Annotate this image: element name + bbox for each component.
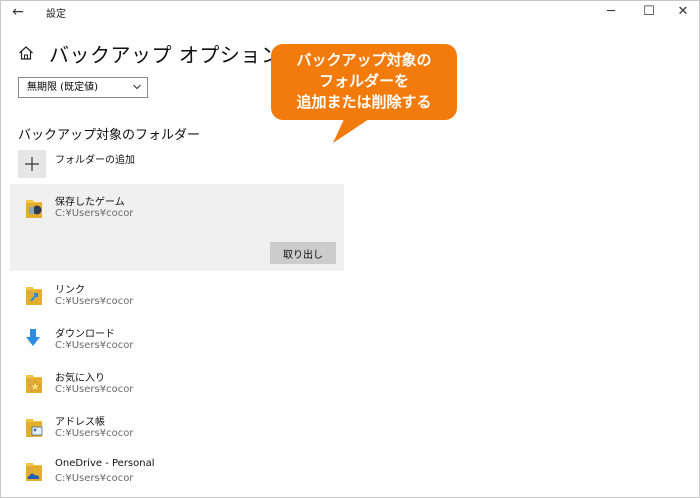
minimize-icon[interactable]: ─	[602, 3, 620, 21]
maximize-icon[interactable]: ☐	[640, 3, 658, 21]
onedrive-folder-icon	[26, 463, 42, 481]
folder-name: リンク	[55, 285, 85, 296]
home-icon[interactable]	[18, 46, 34, 60]
folder-name: 保存したゲーム	[55, 197, 125, 208]
folders-section-title: バックアップ対象のフォルダー	[18, 128, 201, 143]
folder-path: C:¥Users¥cocor	[55, 384, 134, 395]
add-folder-button[interactable]	[18, 150, 46, 178]
downloads-folder-icon	[26, 329, 40, 346]
add-folder-label[interactable]: フォルダーの追加	[55, 151, 135, 166]
remove-folder-button[interactable]: 取り出し	[270, 242, 336, 264]
folder-path: C:¥Users¥cocor	[55, 473, 134, 484]
folder-path: C:¥Users¥cocor	[55, 340, 134, 351]
folder-path: C:¥Users¥cocor	[55, 208, 134, 219]
chevron-down-icon	[133, 84, 141, 90]
folder-name: ダウンロード	[55, 329, 115, 340]
saved-games-folder-icon	[26, 200, 42, 218]
links-folder-icon	[26, 287, 42, 305]
callout-line: フォルダーを	[318, 72, 409, 90]
close-icon[interactable]: ✕	[674, 3, 692, 21]
folder-name: お気に入り	[55, 373, 105, 384]
folder-path: C:¥Users¥cocor	[55, 428, 134, 439]
plus-icon	[25, 157, 39, 171]
annotation-callout: バックアップ対象の フォルダーを 追加または削除する	[271, 44, 457, 120]
contacts-folder-icon	[26, 419, 43, 437]
callout-line: 追加または削除する	[296, 93, 432, 111]
folder-name: OneDrive - Personal	[55, 458, 155, 469]
window-title: 設定	[46, 9, 66, 20]
page-title: バックアップ オプション	[49, 43, 282, 67]
title-bar: ← 設定 ─ ☐ ✕	[0, 0, 700, 24]
callout-line: バックアップ対象の	[296, 51, 432, 69]
folder-name: アドレス帳	[55, 417, 105, 428]
callout-pointer-icon	[333, 117, 372, 143]
back-arrow-icon[interactable]: ←	[10, 3, 26, 21]
favorites-folder-icon	[26, 375, 42, 393]
retention-dropdown-value: 無期限 (既定値)	[27, 82, 98, 93]
folder-path: C:¥Users¥cocor	[55, 296, 134, 307]
retention-dropdown[interactable]: 無期限 (既定値)	[18, 77, 148, 98]
